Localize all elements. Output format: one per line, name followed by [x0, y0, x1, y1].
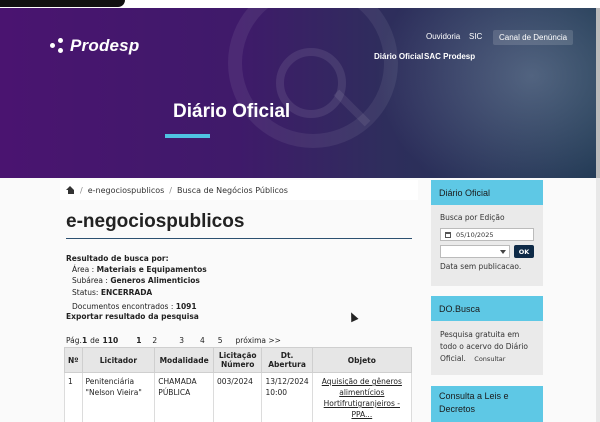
- page-link-5[interactable]: 5: [218, 336, 223, 345]
- objeto-link[interactable]: Aquisição de gêneros alimentícios Hortif…: [322, 377, 402, 419]
- sidebar-dobusca: DO.Busca Pesquisa gratuita em todo o ace…: [431, 296, 543, 375]
- col-header-numero: Licitação Número: [212, 347, 263, 373]
- page-scrollbar[interactable]: [596, 8, 600, 422]
- cell-objeto: Aquisição de gêneros alimentícios Hortif…: [311, 372, 413, 422]
- scrollbar-thumb[interactable]: [596, 8, 600, 178]
- next-page-link[interactable]: próxima >>: [236, 336, 281, 345]
- breadcrumb: / e-negociospublicos / Busca de Negócios…: [60, 180, 418, 200]
- export-line: Exportar resultado da pesquisa: [66, 312, 199, 321]
- pagination-current: 1: [81, 336, 88, 345]
- pagination-prefix: Pág.: [66, 336, 82, 345]
- cell-licitador: Penitenciária "Nelson Vieira": [81, 372, 156, 422]
- sic-link[interactable]: SIC: [469, 32, 482, 41]
- docs-value: 1091: [175, 302, 197, 311]
- canal-denuncia-button[interactable]: Canal de Denúncia: [493, 30, 574, 45]
- pagination-of: de: [90, 336, 100, 345]
- docs-label: Documentos encontrados :: [72, 302, 174, 311]
- page-link-2[interactable]: 2: [152, 336, 157, 345]
- area-value: Materiais e Equipamentos: [96, 265, 207, 274]
- no-publication-note: Data sem publicacao.: [440, 262, 522, 271]
- logo-text: Prodesp: [70, 36, 140, 55]
- sidebar-diario-title: Diário Oficial: [431, 180, 543, 205]
- top-strip: [0, 0, 600, 8]
- area-label: Área :: [72, 265, 95, 274]
- col-header-modalidade: Modalidade: [154, 347, 214, 373]
- results-table: Nº Licitador Modalidade Licitação Número…: [64, 347, 413, 422]
- pagination: Pág. 1 de 110 1 2 3 4 5 próxima >>: [66, 336, 281, 345]
- docs-line: Documentos encontrados : 1091: [72, 302, 197, 311]
- ok-button[interactable]: OK: [514, 245, 534, 258]
- edition-select[interactable]: [440, 245, 510, 258]
- sidebar-dobusca-body: Pesquisa gratuita em todo o acervo do Di…: [431, 321, 543, 375]
- table-header-row: Nº Licitador Modalidade Licitação Número…: [64, 347, 413, 373]
- sidebar-diario-oficial: Diário Oficial Busca por Edição 05/10/20…: [431, 180, 543, 286]
- home-icon[interactable]: [66, 186, 75, 194]
- subarea-value: Generos Alimenticios: [110, 276, 200, 285]
- hero-banner: Prodesp Ouvidoria SIC Canal de Denúncia …: [0, 8, 596, 178]
- page-title: e-negociospublicos: [66, 211, 245, 232]
- table-row: 1 Penitenciária "Nelson Vieira" CHAMADA …: [64, 372, 413, 422]
- breadcrumb-separator: /: [80, 185, 83, 195]
- breadcrumb-item-enegocios[interactable]: e-negociospublicos: [88, 186, 165, 195]
- sidebar-diario-body: Busca por Edição 05/10/2025 OK Data sem …: [431, 205, 543, 286]
- hero-title: Diário Oficial: [173, 101, 291, 122]
- nav-sac-prodesp[interactable]: SAC Prodesp: [424, 52, 475, 61]
- prodesp-logo[interactable]: Prodesp: [50, 36, 139, 56]
- cell-numero: 003/2024: [212, 372, 263, 422]
- top-strip-tab: [0, 0, 125, 7]
- edition-date-value: 05/10/2025: [456, 230, 494, 239]
- edition-date-input[interactable]: 05/10/2025: [440, 228, 534, 241]
- title-divider: [66, 238, 412, 239]
- busca-edicao-label: Busca por Edição: [440, 213, 505, 222]
- calendar-icon: [445, 231, 451, 238]
- status-value: ENCERRADA: [100, 288, 153, 297]
- result-heading: Resultado de busca por:: [66, 254, 169, 263]
- status-label: Status:: [72, 288, 99, 297]
- sidebar-dobusca-title: DO.Busca: [431, 296, 543, 321]
- status-line: Status: ENCERRADA: [72, 288, 152, 297]
- pagination-total: 110: [102, 336, 119, 345]
- page-link-3[interactable]: 3: [179, 336, 184, 345]
- col-header-n: Nº: [64, 347, 83, 373]
- export-link[interactable]: Exportar resultado da pesquisa: [66, 312, 199, 321]
- hero-accent-bar: [165, 134, 210, 138]
- chevron-down-icon: [500, 250, 506, 254]
- nav-diario-oficial[interactable]: Diário Oficial: [374, 52, 423, 61]
- ouvidoria-link[interactable]: Ouvidoria: [426, 32, 460, 41]
- subarea-line: Subárea : Generos Alimenticios: [72, 276, 200, 285]
- breadcrumb-item-busca: Busca de Negócios Públicos: [177, 185, 288, 195]
- page-link-4[interactable]: 4: [200, 336, 205, 345]
- page-link-1[interactable]: 1: [136, 336, 141, 345]
- cell-modalidade: CHAMADA PÚBLICA: [154, 372, 214, 422]
- breadcrumb-separator: /: [169, 185, 172, 195]
- sidebar-consulta-leis: Consulta a Leis e Decretos: [431, 386, 543, 422]
- cell-abertura: 13/12/2024 10:00: [261, 372, 313, 422]
- col-header-objeto: Objeto: [311, 347, 413, 373]
- col-header-licitador: Licitador: [81, 347, 156, 373]
- sidebar-consulta-title: Consulta a Leis e Decretos: [431, 386, 543, 422]
- area-line: Área : Materiais e Equipamentos: [72, 265, 207, 274]
- consultar-link[interactable]: Consultar: [474, 355, 505, 363]
- logo-mark-icon: [50, 38, 66, 54]
- cell-n: 1: [64, 372, 83, 422]
- subarea-label: Subárea :: [72, 276, 108, 285]
- col-header-abertura: Dt. Abertura: [261, 347, 313, 373]
